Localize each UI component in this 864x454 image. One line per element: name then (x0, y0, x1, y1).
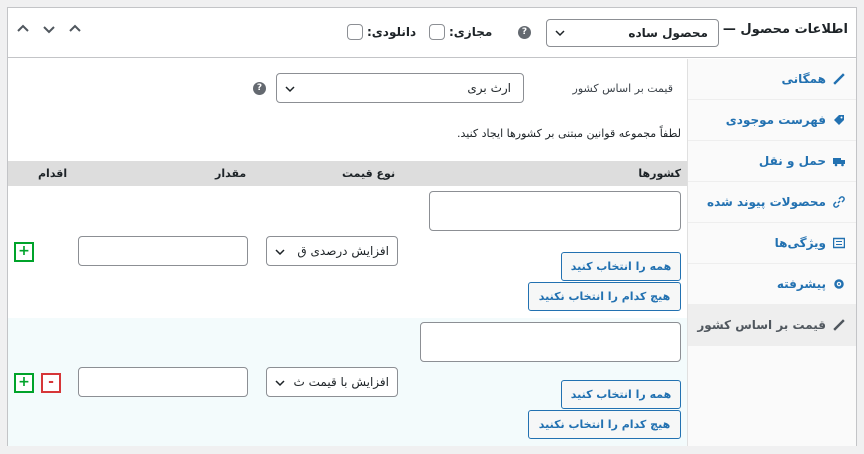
tab-inventory[interactable]: فهرست موجودی (688, 100, 856, 141)
product-data-tabs: همگانی فهرست موجودی حمل و نقل محصولات پی… (687, 59, 856, 446)
tag-icon (832, 113, 846, 127)
gear-icon (832, 277, 846, 291)
tab-general[interactable]: همگانی (688, 59, 856, 100)
amount-input[interactable] (78, 367, 248, 397)
tab-country-price[interactable]: قیمت بر اساس کشور (688, 305, 856, 346)
truck-icon (832, 154, 846, 168)
select-all-button[interactable]: همه را انتخاب کنید (561, 380, 681, 409)
add-rule-button[interactable]: + (14, 242, 34, 262)
help-icon[interactable]: ? (253, 82, 266, 95)
product-data-panel: دانلودی: مجازی: ? محصول ساده اطلاعات محص… (7, 7, 857, 446)
currency-value: ارث بری (467, 81, 511, 95)
wrench-icon (832, 72, 846, 86)
link-icon (832, 195, 846, 209)
select-none-button[interactable]: هیچ کدام را انتخاب نکنید (528, 282, 681, 311)
price-type-select[interactable]: افزایش درصدی ق (266, 236, 398, 266)
currency-select[interactable]: ارث بری (276, 73, 524, 103)
product-type-value: محصول ساده (628, 26, 708, 40)
countries-input[interactable] (429, 191, 681, 231)
tab-linked-products[interactable]: محصولات پیوند شده (688, 182, 856, 223)
tab-attributes[interactable]: ویژگی‌ها (688, 223, 856, 264)
select-all-button[interactable]: همه را انتخاب کنید (561, 252, 681, 281)
virtual-checkbox[interactable] (429, 24, 445, 40)
price-type-select[interactable]: افزایش با قیمت ث (266, 367, 398, 397)
tab-label: فهرست موجودی (725, 113, 826, 127)
chevron-down-icon (275, 247, 285, 257)
chevron-down-icon (285, 84, 295, 94)
tab-shipping[interactable]: حمل و نقل (688, 141, 856, 182)
tab-label: حمل و نقل (758, 154, 826, 168)
add-rule-button[interactable]: + (14, 373, 34, 393)
move-up-icon[interactable] (14, 22, 32, 40)
chevron-down-icon (555, 28, 565, 38)
tab-label: قیمت بر اساس کشور (697, 318, 826, 332)
remove-rule-button[interactable]: - (41, 373, 61, 393)
column-countries: کشورها (638, 167, 681, 180)
rules-table-header: کشورها نوع قیمت مقدار اقدام (8, 161, 687, 186)
info-note: لطفاً مجموعه قوانین مبتنی بر کشورها ایجا… (457, 127, 681, 140)
price-type-value: افزایش با قیمت ث (293, 375, 389, 389)
panel-controls (14, 22, 84, 40)
column-amount: مقدار (215, 167, 247, 180)
table-row: همه را انتخاب کنید هیچ کدام را انتخاب نک… (8, 318, 687, 446)
move-down-icon[interactable] (40, 22, 58, 40)
help-icon[interactable]: ? (518, 26, 531, 39)
price-type-value: افزایش درصدی ق (297, 244, 389, 258)
downloadable-label: دانلودی: (367, 25, 417, 39)
panel-title: اطلاعات محصول — (722, 22, 848, 37)
panel-header: دانلودی: مجازی: ? محصول ساده اطلاعات محص… (8, 8, 856, 58)
amount-input[interactable] (78, 236, 248, 266)
select-none-button[interactable]: هیچ کدام را انتخاب نکنید (528, 410, 681, 439)
tab-label: همگانی (781, 72, 827, 86)
list-icon (832, 236, 846, 250)
downloadable-checkbox[interactable] (347, 24, 363, 40)
chevron-down-icon (275, 378, 285, 388)
column-price-type: نوع قیمت (342, 167, 396, 180)
wrench-icon (832, 318, 846, 332)
product-type-select[interactable]: محصول ساده (546, 19, 719, 47)
tab-advanced[interactable]: پیشرفته (688, 264, 856, 305)
country-price-panel: ? ارث بری قیمت بر اساس کشور لطفاً مجموعه… (8, 59, 687, 446)
tab-label: محصولات پیوند شده (707, 195, 826, 209)
column-action: اقدام (38, 167, 68, 180)
table-row: همه را انتخاب کنید هیچ کدام را انتخاب نک… (8, 186, 687, 318)
virtual-label: مجازی: (449, 25, 493, 39)
tab-label: ویژگی‌ها (774, 236, 826, 250)
tab-label: پیشرفته (776, 277, 826, 291)
collapse-toggle-icon[interactable] (66, 22, 84, 40)
countries-input[interactable] (420, 322, 681, 362)
country-price-label: قیمت بر اساس کشور (572, 82, 673, 95)
